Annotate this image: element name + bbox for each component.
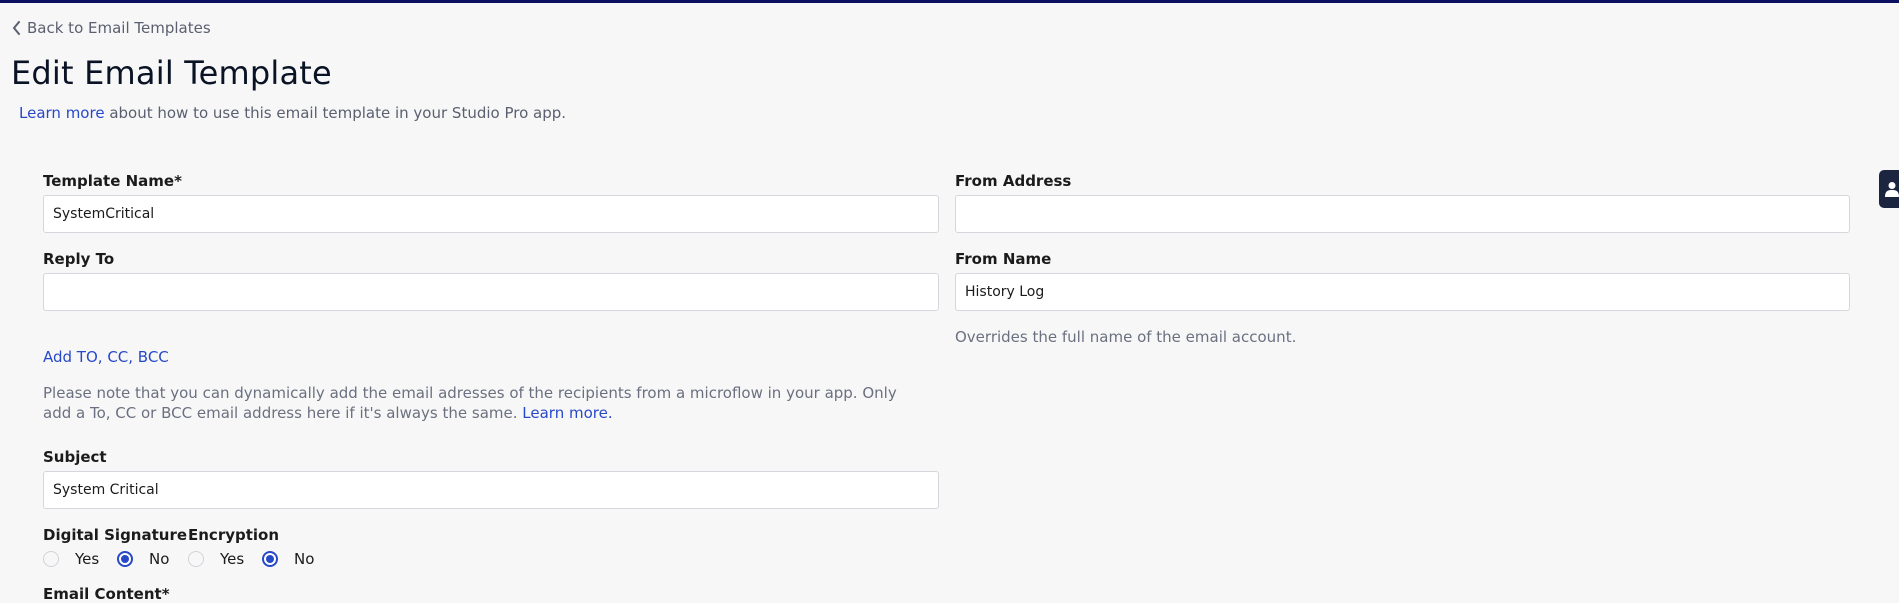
digital-signature-label: Digital Signature (43, 526, 188, 544)
email-content-label: Email Content* (43, 585, 170, 603)
reply-to-input[interactable] (43, 273, 939, 311)
page-title: Edit Email Template (11, 54, 332, 92)
back-link-label: Back to Email Templates (27, 19, 211, 37)
from-name-input[interactable] (955, 273, 1850, 311)
back-to-email-templates-link[interactable]: Back to Email Templates (12, 19, 211, 37)
side-feedback-tab[interactable] (1879, 170, 1899, 208)
reply-to-label: Reply To (43, 250, 115, 268)
intro-description: about how to use this email template in … (104, 104, 567, 122)
template-name-label: Template Name* (43, 172, 182, 190)
digital-signature-yes-radio[interactable] (43, 551, 59, 567)
chevron-left-icon (13, 21, 20, 35)
subject-label: Subject (43, 448, 107, 466)
from-name-label: From Name (955, 250, 1052, 268)
add-to-cc-bcc-link[interactable]: Add TO, CC, BCC (43, 348, 169, 366)
recipients-learn-more-link[interactable]: Learn more. (522, 404, 612, 422)
digital-signature-no-radio[interactable] (117, 551, 133, 567)
encryption-no-radio[interactable] (262, 551, 278, 567)
recipients-note-text: Please note that you can dynamically add… (43, 384, 897, 422)
from-address-label: From Address (955, 172, 1072, 190)
digital-signature-yes-label: Yes (75, 550, 100, 568)
from-name-help-text: Overrides the full name of the email acc… (955, 328, 1297, 346)
template-name-input[interactable] (43, 195, 939, 233)
from-address-input[interactable] (955, 195, 1850, 233)
top-accent-bar (0, 0, 1899, 3)
user-icon (1885, 182, 1899, 197)
encryption-yes-label: Yes (220, 550, 245, 568)
subject-input[interactable] (43, 471, 939, 509)
intro-text: Learn more about how to use this email t… (19, 104, 566, 122)
encryption-yes-radio[interactable] (188, 551, 204, 567)
encryption-label: Encryption (188, 526, 280, 544)
encryption-no-label: No (294, 550, 315, 568)
learn-more-link[interactable]: Learn more (19, 104, 105, 122)
digital-signature-no-label: No (149, 550, 170, 568)
recipients-note: Please note that you can dynamically add… (43, 383, 923, 423)
